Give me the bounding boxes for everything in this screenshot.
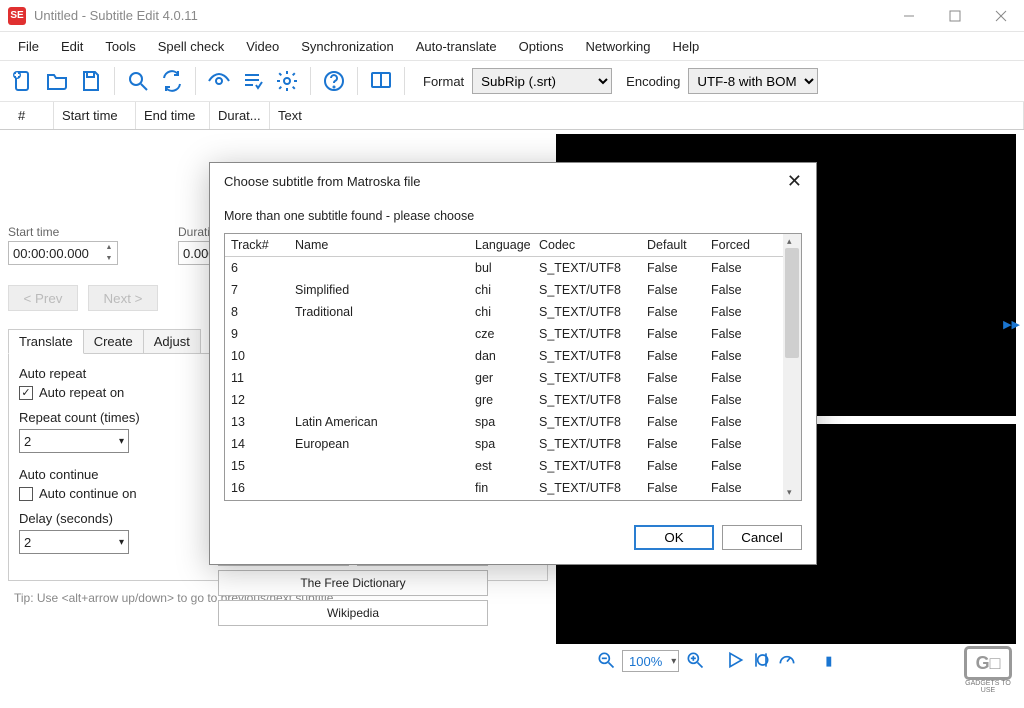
menu-help[interactable]: Help	[665, 35, 708, 58]
open-file-icon[interactable]	[42, 66, 72, 96]
seek-forward-icon[interactable]: ▶▶	[1003, 318, 1020, 331]
encoding-label: Encoding	[626, 74, 680, 89]
play-icon[interactable]	[725, 650, 745, 673]
tab-create[interactable]: Create	[83, 329, 144, 354]
menu-bar: File Edit Tools Spell check Video Synchr…	[0, 32, 1024, 60]
volume-slider-thumb[interactable]: ▮	[825, 653, 832, 669]
new-file-icon[interactable]	[8, 66, 38, 96]
zoom-out-icon[interactable]	[596, 650, 616, 673]
position-icon[interactable]	[751, 650, 771, 673]
window-titlebar: SE Untitled - Subtitle Edit 4.0.11	[0, 0, 1024, 32]
col-start[interactable]: Start time	[54, 102, 136, 129]
format-label: Format	[423, 74, 464, 89]
start-time-input[interactable]: 00:00:00.000 ▲▼	[8, 241, 118, 265]
menu-edit[interactable]: Edit	[53, 35, 91, 58]
menu-networking[interactable]: Networking	[577, 35, 658, 58]
col-codec[interactable]: Codec	[533, 234, 641, 256]
prev-button[interactable]: < Prev	[8, 285, 78, 311]
dialog-close-button[interactable]: ✕	[787, 171, 802, 192]
menu-tools[interactable]: Tools	[97, 35, 143, 58]
zoom-select[interactable]: 100%	[622, 650, 679, 672]
tab-adjust[interactable]: Adjust	[143, 329, 201, 354]
start-time-label: Start time	[8, 225, 59, 239]
track-row[interactable]: 10danS_TEXT/UTF8FalseFalse	[225, 345, 783, 367]
layout-icon[interactable]	[366, 66, 396, 96]
delay-select[interactable]: 2	[19, 530, 129, 554]
track-table-scrollbar[interactable]: ▴ ▾	[783, 234, 801, 500]
menu-video[interactable]: Video	[238, 35, 287, 58]
subtitle-grid-header: # Start time End time Durat... Text	[0, 102, 1024, 130]
next-button[interactable]: Next >	[88, 285, 158, 311]
dialog-message: More than one subtitle found - please ch…	[224, 209, 802, 223]
ok-button[interactable]: OK	[634, 525, 714, 550]
replace-icon[interactable]	[157, 66, 187, 96]
cancel-button[interactable]: Cancel	[722, 525, 802, 550]
track-row[interactable]: 6bulS_TEXT/UTF8FalseFalse	[225, 257, 783, 279]
track-row[interactable]: 13Latin AmericanspaS_TEXT/UTF8FalseFalse	[225, 411, 783, 433]
app-icon: SE	[8, 7, 26, 25]
track-row[interactable]: 9czeS_TEXT/UTF8FalseFalse	[225, 323, 783, 345]
col-track[interactable]: Track#	[225, 234, 289, 256]
watermark-logo: G□ GADGETS TO USE	[958, 646, 1018, 690]
menu-file[interactable]: File	[10, 35, 47, 58]
col-default[interactable]: Default	[641, 234, 705, 256]
maximize-button[interactable]	[932, 0, 978, 32]
close-button[interactable]	[978, 0, 1024, 32]
col-forced[interactable]: Forced	[705, 234, 765, 256]
format-select[interactable]: SubRip (.srt)	[472, 68, 612, 94]
visual-sync-icon[interactable]	[204, 66, 234, 96]
tab-translate[interactable]: Translate	[8, 329, 84, 354]
settings-icon[interactable]	[272, 66, 302, 96]
track-row[interactable]: 16finS_TEXT/UTF8FalseFalse	[225, 477, 783, 499]
search-icon[interactable]	[123, 66, 153, 96]
col-text[interactable]: Text	[270, 102, 1024, 129]
free-dictionary-button[interactable]: The Free Dictionary	[218, 570, 488, 596]
help-icon[interactable]	[319, 66, 349, 96]
col-name[interactable]: Name	[289, 234, 469, 256]
col-duration[interactable]: Durat...	[210, 102, 270, 129]
menu-synchronization[interactable]: Synchronization	[293, 35, 402, 58]
speed-icon[interactable]	[777, 650, 797, 673]
encoding-select[interactable]: UTF-8 with BOM	[688, 68, 818, 94]
track-row[interactable]: 12greS_TEXT/UTF8FalseFalse	[225, 389, 783, 411]
track-row[interactable]: 17CanadianfreS_TEXT/UTF8FalseFalse	[225, 499, 783, 500]
minimize-button[interactable]	[886, 0, 932, 32]
col-index[interactable]: #	[10, 102, 54, 129]
wikipedia-button[interactable]: Wikipedia	[218, 600, 488, 626]
window-title: Untitled - Subtitle Edit 4.0.11	[34, 8, 198, 23]
waveform-controls: 100% ▮	[556, 644, 1016, 678]
zoom-in-icon[interactable]	[685, 650, 705, 673]
menu-autotranslate[interactable]: Auto-translate	[408, 35, 505, 58]
repeat-count-select[interactable]: 2	[19, 429, 129, 453]
menu-options[interactable]: Options	[511, 35, 572, 58]
track-row[interactable]: 11gerS_TEXT/UTF8FalseFalse	[225, 367, 783, 389]
col-language[interactable]: Language	[469, 234, 533, 256]
spellcheck-icon[interactable]	[238, 66, 268, 96]
save-icon[interactable]	[76, 66, 106, 96]
col-end[interactable]: End time	[136, 102, 210, 129]
track-row[interactable]: 7SimplifiedchiS_TEXT/UTF8FalseFalse	[225, 279, 783, 301]
menu-spellcheck[interactable]: Spell check	[150, 35, 232, 58]
choose-subtitle-dialog: Choose subtitle from Matroska file ✕ Mor…	[209, 162, 817, 565]
track-table-header: Track# Name Language Codec Default Force…	[225, 234, 783, 257]
track-row[interactable]: 14EuropeanspaS_TEXT/UTF8FalseFalse	[225, 433, 783, 455]
toolbar: Format SubRip (.srt) Encoding UTF-8 with…	[0, 60, 1024, 102]
track-row[interactable]: 8TraditionalchiS_TEXT/UTF8FalseFalse	[225, 301, 783, 323]
track-row[interactable]: 15estS_TEXT/UTF8FalseFalse	[225, 455, 783, 477]
dialog-title: Choose subtitle from Matroska file	[224, 174, 421, 189]
